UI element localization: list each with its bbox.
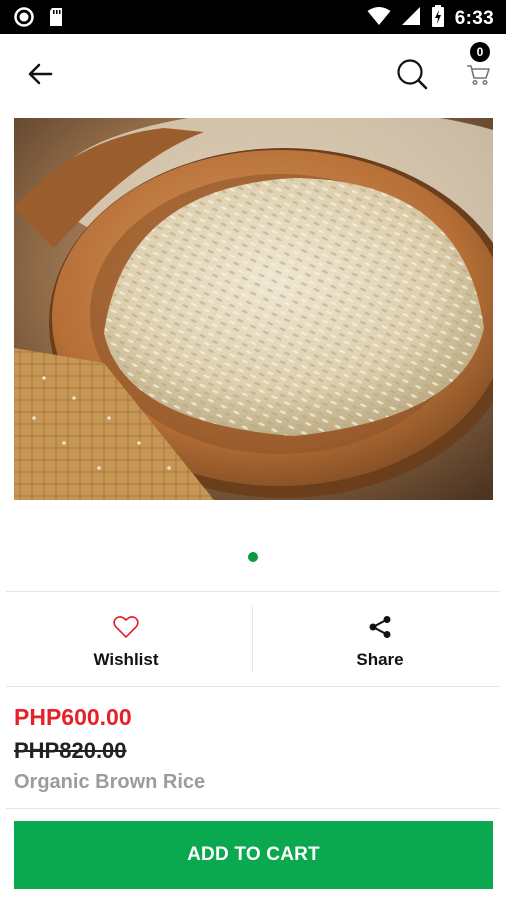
status-right-icons: 6:33	[367, 5, 494, 32]
record-icon	[14, 7, 34, 32]
cart-count-badge: 0	[470, 42, 490, 62]
product-image[interactable]	[14, 118, 493, 500]
status-bar: 6:33	[0, 0, 506, 34]
search-button[interactable]	[390, 54, 434, 98]
divider	[6, 686, 500, 687]
product-actions: Wishlist Share	[0, 600, 506, 680]
actions-separator	[252, 605, 253, 673]
heart-icon	[113, 614, 139, 640]
original-price: PHP820.00	[14, 738, 127, 763]
product-name: Organic Brown Rice	[14, 771, 206, 793]
back-button[interactable]	[20, 56, 60, 96]
carousel-indicator	[0, 550, 506, 564]
battery-charging-icon	[431, 5, 445, 32]
status-time: 6:33	[454, 7, 494, 29]
arrow-back-icon	[27, 62, 53, 91]
divider	[6, 808, 500, 809]
search-icon	[396, 58, 428, 95]
wishlist-button[interactable]: Wishlist	[0, 600, 252, 680]
wifi-icon	[367, 6, 391, 31]
cellular-signal-icon	[401, 6, 421, 31]
share-icon	[368, 614, 392, 640]
brown-rice-bowl-illustration	[14, 118, 493, 500]
add-to-cart-button[interactable]: ADD TO CART	[14, 821, 493, 889]
divider	[6, 591, 500, 592]
app-bar: 0	[0, 34, 506, 116]
cart-button[interactable]: 0	[458, 40, 500, 90]
share-button[interactable]: Share	[254, 600, 506, 680]
cart-icon	[466, 64, 490, 91]
current-price: PHP600.00	[14, 704, 132, 730]
share-label: Share	[356, 650, 404, 669]
sd-card-icon	[48, 7, 64, 32]
wishlist-label: Wishlist	[93, 650, 159, 669]
carousel-dot-active[interactable]	[248, 552, 258, 562]
status-left-icons	[14, 7, 64, 32]
